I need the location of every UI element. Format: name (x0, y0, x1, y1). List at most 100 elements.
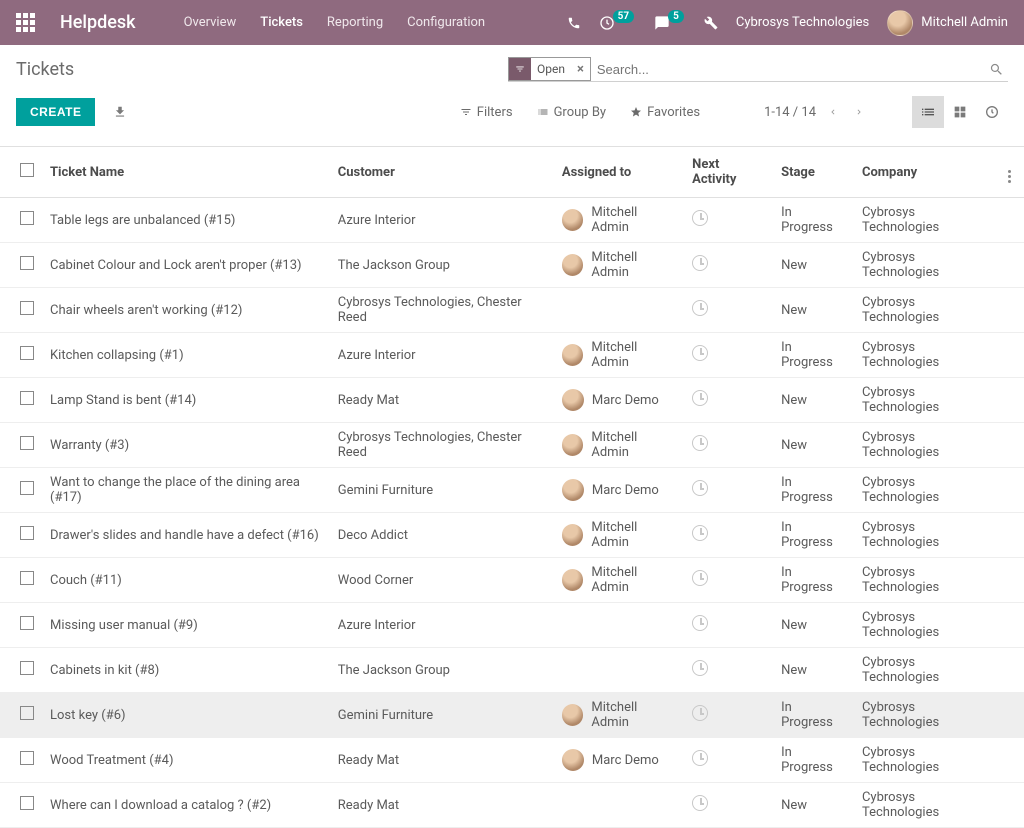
table-row[interactable]: Cabinets in kit (#8)The Jackson GroupNew… (0, 648, 1024, 693)
cell-activity[interactable] (684, 288, 773, 333)
activities-icon[interactable]: 57 (599, 15, 636, 31)
row-checkbox[interactable] (20, 436, 34, 450)
row-checkbox[interactable] (20, 751, 34, 765)
cell-activity[interactable] (684, 693, 773, 738)
table-row[interactable]: Cabinet Colour and Lock aren't proper (#… (0, 243, 1024, 288)
row-checkbox[interactable] (20, 706, 34, 720)
col-ticket-name[interactable]: Ticket Name (42, 147, 330, 198)
company-selector[interactable]: Cybrosys Technologies (736, 15, 869, 30)
row-checkbox[interactable] (20, 256, 34, 270)
nav-configuration[interactable]: Configuration (407, 15, 485, 30)
cell-activity[interactable] (684, 378, 773, 423)
table-row[interactable]: Want to change the place of the dining a… (0, 468, 1024, 513)
clock-icon (692, 615, 708, 631)
brand-title[interactable]: Helpdesk (60, 12, 136, 33)
table-row[interactable]: Chair wheels aren't working (#12)Cybrosy… (0, 288, 1024, 333)
filters-button[interactable]: Filters (460, 105, 513, 120)
select-all-checkbox[interactable] (20, 163, 34, 177)
apps-icon[interactable] (16, 13, 36, 33)
view-activity[interactable] (976, 96, 1008, 128)
pager-range: 1-14 / 14 (764, 105, 816, 120)
cell-activity[interactable] (684, 423, 773, 468)
table-row[interactable]: Couch (#11)Wood CornerMitchell AdminIn P… (0, 558, 1024, 603)
cell-stage: New (773, 423, 854, 468)
assignee-avatar (562, 389, 584, 411)
top-navbar: Helpdesk Overview Tickets Reporting Conf… (0, 0, 1024, 45)
table-row[interactable]: Lost key (#6)Gemini FurnitureMitchell Ad… (0, 693, 1024, 738)
row-checkbox[interactable] (20, 796, 34, 810)
cell-customer: The Jackson Group (330, 243, 554, 288)
cell-activity[interactable] (684, 738, 773, 783)
cell-activity[interactable] (684, 558, 773, 603)
view-list[interactable] (912, 96, 944, 128)
row-checkbox[interactable] (20, 391, 34, 405)
assignee-avatar (562, 254, 584, 276)
col-assigned[interactable]: Assigned to (554, 147, 684, 198)
row-checkbox[interactable] (20, 571, 34, 585)
cell-activity[interactable] (684, 198, 773, 243)
col-activity[interactable]: Next Activity (684, 147, 773, 198)
table-row[interactable]: Drawer's slides and handle have a defect… (0, 513, 1024, 558)
search-bar[interactable]: Open × (508, 57, 1008, 82)
debug-icon[interactable] (704, 16, 718, 30)
messages-badge: 5 (668, 10, 684, 23)
toolbar: CREATE Filters Group By Favorites 1-14 /… (0, 88, 1024, 147)
col-stage[interactable]: Stage (773, 147, 854, 198)
facet-remove[interactable]: × (571, 62, 590, 77)
row-checkbox[interactable] (20, 301, 34, 315)
table-row[interactable]: Lamp Stand is bent (#14)Ready MatMarc De… (0, 378, 1024, 423)
table-row[interactable]: Warranty (#3)Cybrosys Technologies, Ches… (0, 423, 1024, 468)
create-button[interactable]: CREATE (16, 98, 95, 126)
phone-icon[interactable] (567, 16, 581, 30)
row-checkbox[interactable] (20, 211, 34, 225)
col-customer[interactable]: Customer (330, 147, 554, 198)
groupby-button[interactable]: Group By (537, 105, 607, 120)
search-input[interactable] (597, 58, 985, 81)
table-row[interactable]: Where can I download a catalog ? (#2)Rea… (0, 783, 1024, 828)
row-checkbox[interactable] (20, 481, 34, 495)
table-row[interactable]: Kitchen collapsing (#1)Azure InteriorMit… (0, 333, 1024, 378)
row-checkbox[interactable] (20, 526, 34, 540)
cell-activity[interactable] (684, 243, 773, 288)
row-checkbox[interactable] (20, 616, 34, 630)
cell-empty (1000, 513, 1024, 558)
table-row[interactable]: Wood Treatment (#4)Ready MatMarc DemoIn … (0, 738, 1024, 783)
assignee-avatar (562, 344, 584, 366)
nav-reporting[interactable]: Reporting (327, 15, 383, 30)
cell-activity[interactable] (684, 603, 773, 648)
favorites-button[interactable]: Favorites (630, 105, 700, 120)
cell-customer: Azure Interior (330, 333, 554, 378)
cell-company: Cybrosys Technologies (854, 558, 1000, 603)
cell-company: Cybrosys Technologies (854, 468, 1000, 513)
cell-activity[interactable] (684, 468, 773, 513)
table-row[interactable]: Missing user manual (#9)Azure InteriorNe… (0, 603, 1024, 648)
cell-activity[interactable] (684, 783, 773, 828)
row-checkbox[interactable] (20, 346, 34, 360)
user-menu[interactable]: Mitchell Admin (887, 10, 1008, 36)
table-row[interactable]: Table legs are unbalanced (#15)Azure Int… (0, 198, 1024, 243)
cell-stage: In Progress (773, 198, 854, 243)
cell-assigned (554, 288, 684, 333)
import-button[interactable] (113, 105, 127, 119)
pager-next[interactable] (850, 101, 868, 123)
cell-activity[interactable] (684, 333, 773, 378)
search-icon[interactable] (985, 62, 1008, 77)
row-checkbox[interactable] (20, 661, 34, 675)
cell-company: Cybrosys Technologies (854, 333, 1000, 378)
nav-overview[interactable]: Overview (184, 15, 237, 30)
messages-icon[interactable]: 5 (654, 15, 686, 31)
col-company[interactable]: Company (854, 147, 1000, 198)
cell-company: Cybrosys Technologies (854, 423, 1000, 468)
cell-activity[interactable] (684, 648, 773, 693)
cell-empty (1000, 333, 1024, 378)
cell-assigned: Mitchell Admin (554, 513, 684, 558)
cell-activity[interactable] (684, 513, 773, 558)
col-options[interactable] (1000, 147, 1024, 198)
cell-customer: Deco Addict (330, 513, 554, 558)
view-kanban[interactable] (944, 96, 976, 128)
assignee-name: Mitchell Admin (591, 250, 676, 280)
nav-tickets[interactable]: Tickets (260, 15, 303, 30)
cell-company: Cybrosys Technologies (854, 693, 1000, 738)
activities-badge: 57 (613, 10, 634, 23)
pager-prev[interactable] (824, 101, 842, 123)
